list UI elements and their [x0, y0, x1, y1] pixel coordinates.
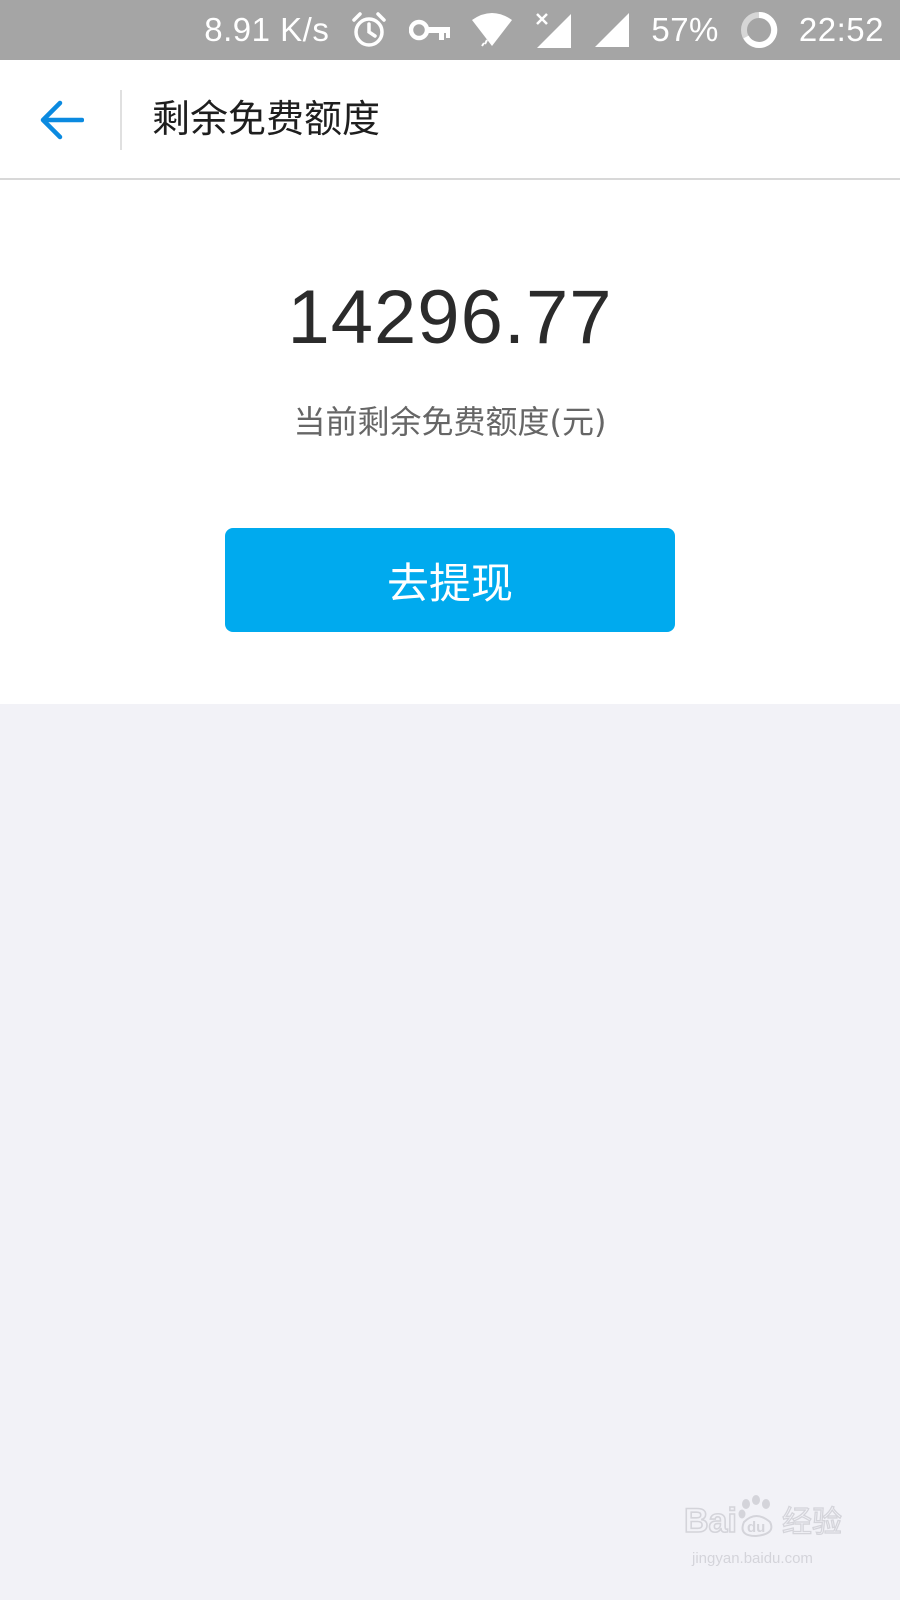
alarm-icon: [349, 10, 389, 50]
network-speed: 8.91 K/s: [204, 11, 330, 48]
signal-no-data-icon: [533, 10, 573, 50]
header-divider: [120, 90, 122, 150]
svg-text:du: du: [747, 1519, 765, 1536]
balance-amount: 14296.77: [287, 275, 613, 360]
baidu-logo: Bai du 经验: [684, 1495, 843, 1541]
status-bar: 8.91 K/s 57% 22:52: [0, 0, 900, 60]
wifi-icon: [471, 12, 513, 48]
signal-icon: [593, 11, 631, 49]
withdraw-button[interactable]: 去提现: [225, 528, 675, 632]
battery-percent: 57%: [651, 11, 719, 48]
balance-caption: 当前剩余免费额度(元): [293, 403, 607, 441]
svg-text:Bai: Bai: [684, 1502, 737, 1540]
baidu-jingyan-watermark: Bai du 经验 jingyan.baidu.com: [684, 1488, 854, 1578]
vpn-key-icon: [409, 16, 451, 44]
back-arrow-icon: [40, 100, 84, 140]
balance-card: 14296.77 当前剩余免费额度(元) 去提现: [0, 180, 900, 704]
app-header: 剩余免费额度: [0, 60, 900, 180]
page-title: 剩余免费额度: [152, 97, 381, 141]
watermark-url: jingyan.baidu.com: [692, 1550, 813, 1567]
back-button[interactable]: [28, 86, 96, 154]
clock: 22:52: [798, 11, 884, 48]
battery-ring-icon: [739, 10, 779, 50]
svg-text:经验: 经验: [782, 1505, 842, 1540]
